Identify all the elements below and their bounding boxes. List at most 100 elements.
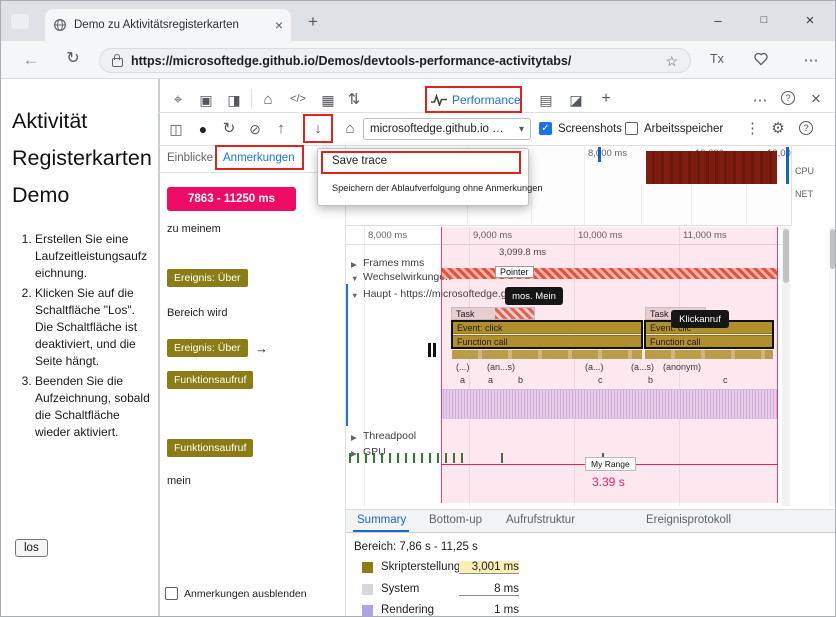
more-panels-icon[interactable]: + xyxy=(597,91,615,107)
save-trace-menu-item[interactable]: Save trace xyxy=(332,155,387,167)
interactions-track-label[interactable]: Wechselwirkungen xyxy=(363,271,451,283)
window-minimize-button[interactable]: – xyxy=(695,3,741,37)
perf-settings-gear-icon[interactable]: ⚙ xyxy=(769,121,787,136)
step-item: Beenden Sie die Aufzeichnung, sobald die… xyxy=(35,373,151,441)
screenshots-checkbox[interactable]: ✓ xyxy=(539,122,552,135)
sources-icon[interactable]: </> xyxy=(285,94,311,105)
hide-annotations-checkbox[interactable] xyxy=(165,587,178,600)
save-without-annotations-menu-item[interactable]: Speichern der Ablaufverfolgung ohne Anme… xyxy=(332,183,542,193)
long-task-stripes xyxy=(495,308,534,319)
panel-scrollbar-thumb[interactable] xyxy=(830,229,835,269)
overview-cpu-band xyxy=(646,151,777,184)
ruler-tick: 11,000 ms xyxy=(683,230,727,241)
annotation-range-badge[interactable]: 7863 - 11250 ms xyxy=(167,187,296,211)
ruler-tick: 9,000 ms xyxy=(473,230,513,241)
legend-label: Skripterstellung xyxy=(381,561,461,573)
memory-checkbox[interactable] xyxy=(625,122,638,135)
annotation-function-badge[interactable]: Funktionsaufruf xyxy=(167,371,254,389)
steps-list: Erstellen Sie eine Laufzeitleistungsaufz… xyxy=(15,231,151,444)
flame-scrollbar-thumb[interactable] xyxy=(783,229,789,283)
annotation-handle[interactable] xyxy=(433,343,436,357)
annotations-tab[interactable]: Anmerkungen xyxy=(223,152,295,164)
perf-home-icon[interactable]: ⌂ xyxy=(341,121,359,136)
origin-select[interactable]: microsoftedge.github.io … ▾ xyxy=(363,118,531,140)
annotation-event-badge[interactable]: Ereignis: Über xyxy=(167,269,248,287)
upload-trace-icon[interactable]: ↑ xyxy=(272,121,290,136)
tab-close-button[interactable]: × xyxy=(275,18,283,32)
main-track-caret[interactable]: ▼ xyxy=(351,291,358,300)
filmstrip-line xyxy=(746,184,747,226)
perf-overflow-icon[interactable]: ⋮ xyxy=(745,121,760,136)
threadpool-track-caret[interactable]: ▶ xyxy=(351,433,357,442)
annotation-function-badge[interactable]: Funktionsaufruf xyxy=(167,439,254,457)
inspect-icon[interactable]: ⌖ xyxy=(169,92,187,107)
frame-label[interactable]: (a...s) xyxy=(631,362,654,372)
overview-gutter-border xyxy=(791,146,792,226)
pointer-interaction-bar[interactable] xyxy=(441,268,778,279)
frame-label[interactable]: (...) xyxy=(456,362,470,372)
frame-letter[interactable]: b xyxy=(648,375,653,385)
record-icon[interactable]: ● xyxy=(194,122,212,136)
back-button[interactable]: ← xyxy=(21,51,41,68)
browser-essentials-icon[interactable] xyxy=(753,51,771,69)
frames-track-label[interactable]: Frames mms xyxy=(363,257,424,269)
event-click-bar[interactable]: Event: click xyxy=(452,321,642,334)
frame-letter[interactable]: c xyxy=(598,375,603,385)
tab-event-log[interactable]: Ereignisprotokoll xyxy=(646,514,731,526)
range-chip[interactable]: My Range xyxy=(585,457,636,471)
settings-menu-icon[interactable]: ⋯ xyxy=(801,53,821,68)
frame-letter[interactable]: a xyxy=(488,375,493,385)
frame-label[interactable]: (anonym) xyxy=(663,362,701,372)
threadpool-track-label[interactable]: Threadpool xyxy=(363,430,416,442)
record-reload-icon[interactable]: ↻ xyxy=(220,121,238,136)
memory-panel-icon[interactable]: ▤ xyxy=(537,93,555,107)
elements-icon[interactable]: ▦ xyxy=(319,93,337,107)
device-toolbar-icon[interactable]: ▣ xyxy=(197,93,215,107)
tab-summary-underline xyxy=(353,530,409,532)
tab-call-tree[interactable]: Aufrufstruktur xyxy=(506,514,575,526)
home-icon[interactable]: ⌂ xyxy=(259,92,277,107)
page-heading: Aktivität Registerkarten Demo xyxy=(12,109,152,207)
clear-icon[interactable]: ⊘ xyxy=(246,122,264,136)
devtools-help-icon[interactable]: ? xyxy=(781,91,795,105)
sub-call-bar xyxy=(645,350,773,359)
dock-side-icon[interactable]: ◨ xyxy=(225,93,243,107)
bookmark-star-icon[interactable]: ☆ xyxy=(665,54,678,68)
annotation-note: mein xyxy=(167,475,191,487)
annotation-handle[interactable] xyxy=(428,343,431,357)
tab-bottom-up[interactable]: Bottom-up xyxy=(429,514,482,526)
legend-value: 1 ms xyxy=(459,604,519,616)
function-call-bar[interactable]: Function call xyxy=(452,335,642,348)
tab-summary[interactable]: Summary xyxy=(357,514,406,526)
frame-letter[interactable]: a xyxy=(460,375,465,385)
browser-tab[interactable]: Demo zu Aktivitätsregisterkarten × xyxy=(45,9,291,41)
refresh-button[interactable]: ↻ xyxy=(63,51,83,67)
layout-panel-icon[interactable]: ◪ xyxy=(567,93,585,107)
panel-toggle-icon[interactable]: ◫ xyxy=(167,122,185,136)
annotation-event-badge[interactable]: Ereignis: Über xyxy=(167,339,248,357)
address-bar[interactable]: https://microsoftedge.github.io/Demos/de… xyxy=(99,48,691,73)
frame-letter[interactable]: b xyxy=(518,375,523,385)
insights-tab[interactable]: Einblicke xyxy=(167,152,213,164)
network-icon[interactable]: ⇅ xyxy=(345,92,363,107)
perf-help-icon[interactable]: ? xyxy=(799,121,813,135)
devtools-more-icon[interactable]: ⋯ xyxy=(751,93,769,108)
step-item: Klicken Sie auf die Schaltfläche "Los". … xyxy=(35,285,151,370)
go-button[interactable]: los xyxy=(15,539,48,557)
translate-icon[interactable]: Tx xyxy=(707,53,727,66)
new-tab-button[interactable]: + xyxy=(304,13,322,30)
ruler-tick: 10,000 ms xyxy=(578,230,623,241)
tab-actions-button[interactable] xyxy=(11,14,29,29)
performance-tab[interactable]: Performance xyxy=(431,90,521,110)
frame-label[interactable]: (a...) xyxy=(585,362,604,372)
screenshots-label: Screenshots xyxy=(558,123,622,135)
frames-track-caret[interactable]: ▶ xyxy=(351,260,357,269)
interactions-track-caret[interactable]: ▼ xyxy=(351,274,358,283)
download-trace-icon[interactable]: ↓ xyxy=(309,121,327,136)
window-maximize-button[interactable]: □ xyxy=(741,3,787,37)
frame-label[interactable]: (an...s) xyxy=(487,362,515,372)
devtools-close-icon[interactable]: × xyxy=(807,90,825,107)
frame-letter[interactable]: c xyxy=(723,375,728,385)
window-close-button[interactable]: × xyxy=(787,3,833,37)
function-call-bar[interactable]: Function call xyxy=(645,335,773,348)
